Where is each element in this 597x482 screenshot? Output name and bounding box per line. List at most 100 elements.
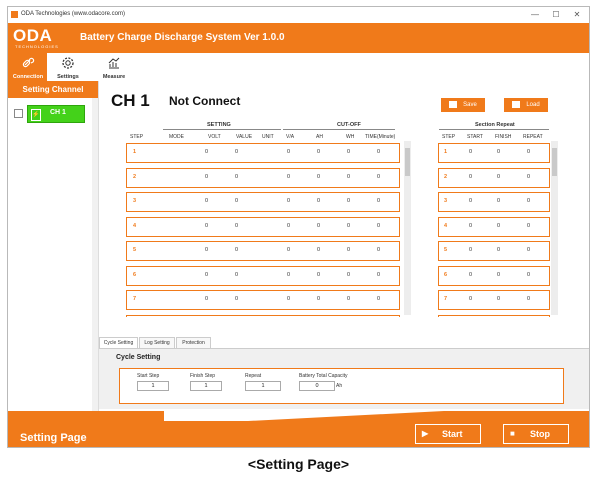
repeat-cell-step[interactable]: 5 <box>444 247 447 253</box>
cell-time[interactable]: 0 <box>377 198 380 204</box>
repeat-cell-finish[interactable]: 0 <box>497 247 500 253</box>
cell-ah[interactable]: 0 <box>317 247 320 253</box>
step-row[interactable]: 8000000 <box>126 314 400 317</box>
repeat-cell-step[interactable]: 6 <box>444 272 447 278</box>
cell-time[interactable]: 0 <box>377 296 380 302</box>
cell-va[interactable]: 0 <box>287 174 290 180</box>
cell-value[interactable]: 0 <box>235 174 238 180</box>
repeat-row[interactable]: 5 0 0 0 <box>438 241 550 261</box>
cell-va[interactable]: 0 <box>287 296 290 302</box>
repeat-grid-scroll-thumb[interactable] <box>552 148 557 176</box>
minimize-button[interactable]: — <box>526 9 544 21</box>
cell-ah[interactable]: 0 <box>317 296 320 302</box>
repeat-row[interactable]: 3 0 0 0 <box>438 192 550 212</box>
repeat-cell-start[interactable]: 0 <box>469 296 472 302</box>
repeat-cell-repeat[interactable]: 0 <box>527 174 530 180</box>
cell-value[interactable]: 0 <box>235 272 238 278</box>
cell-va[interactable]: 0 <box>287 247 290 253</box>
cell-time[interactable]: 0 <box>377 149 380 155</box>
cell-time[interactable]: 0 <box>377 174 380 180</box>
cell-value[interactable]: 0 <box>235 223 238 229</box>
step-row[interactable]: 4 0 0 0 0 0 0 <box>126 216 400 237</box>
repeat-cell-repeat[interactable]: 0 <box>527 247 530 253</box>
cell-step[interactable]: 2 <box>133 174 136 180</box>
cell-ah[interactable]: 0 <box>317 149 320 155</box>
load-button[interactable]: Load <box>504 98 548 112</box>
cell-time[interactable]: 0 <box>377 272 380 278</box>
step-grid-scrollbar[interactable] <box>404 141 411 315</box>
repeat-cell-finish[interactable]: 0 <box>497 272 500 278</box>
cell-wh[interactable]: 0 <box>347 198 350 204</box>
cell-volt[interactable]: 0 <box>205 198 208 204</box>
repeat-cell-start[interactable]: 0 <box>469 198 472 204</box>
stop-button[interactable]: ■ Stop <box>503 424 569 444</box>
cell-step[interactable]: 6 <box>133 272 136 278</box>
cell-value[interactable]: 0 <box>235 296 238 302</box>
capacity-input[interactable]: 0 <box>299 381 335 391</box>
cell-volt[interactable]: 0 <box>205 247 208 253</box>
nav-connection[interactable]: Connection <box>10 53 46 81</box>
step-row[interactable]: 5 0 0 0 0 0 0 <box>126 241 400 261</box>
repeat-cell-start[interactable]: 0 <box>469 174 472 180</box>
repeat-cell-start[interactable]: 0 <box>469 223 472 229</box>
maximize-button[interactable]: ☐ <box>547 9 565 21</box>
cell-va[interactable]: 0 <box>287 149 290 155</box>
cell-step[interactable]: 3 <box>133 198 136 204</box>
cell-ah[interactable]: 0 <box>317 223 320 229</box>
cell-time[interactable]: 0 <box>377 223 380 229</box>
cell-va[interactable]: 0 <box>287 198 290 204</box>
close-button[interactable]: ✕ <box>568 9 586 21</box>
repeat-row[interactable]: 2000 <box>438 167 550 188</box>
step-row[interactable]: 7 0 0 0 0 0 0 <box>126 290 400 310</box>
repeat-row[interactable]: 7 0 0 0 <box>438 290 550 310</box>
save-button[interactable]: Save <box>441 98 485 112</box>
cell-wh[interactable]: 0 <box>347 149 350 155</box>
step-row[interactable]: 1 0 0 0 0 0 0 <box>126 143 400 163</box>
repeat-row[interactable]: 6 0 0 0 <box>438 265 550 286</box>
start-step-input[interactable]: 1 <box>137 381 169 391</box>
repeat-cell-start[interactable]: 0 <box>469 149 472 155</box>
cell-step[interactable]: 4 <box>133 223 136 229</box>
nav-measure[interactable]: Measure <box>96 53 132 81</box>
repeat-row[interactable]: 4 0 0 0 <box>438 216 550 237</box>
cell-wh[interactable]: 0 <box>347 296 350 302</box>
repeat-cell-finish[interactable]: 0 <box>497 174 500 180</box>
repeat-cell-step[interactable]: 2 <box>444 174 447 180</box>
repeat-cell-repeat[interactable]: 0 <box>527 272 530 278</box>
cell-volt[interactable]: 0 <box>205 272 208 278</box>
step-grid-scroll-thumb[interactable] <box>405 148 410 176</box>
cell-ah[interactable]: 0 <box>317 198 320 204</box>
cell-volt[interactable]: 0 <box>205 149 208 155</box>
step-row[interactable]: 2 0 0 0 0 0 0 <box>126 167 400 188</box>
cell-value[interactable]: 0 <box>235 247 238 253</box>
repeat-grid-scrollbar[interactable] <box>551 141 558 315</box>
cell-va[interactable]: 0 <box>287 223 290 229</box>
repeat-cell-finish[interactable]: 0 <box>497 223 500 229</box>
cell-volt[interactable]: 0 <box>205 174 208 180</box>
repeat-row[interactable]: 8000 <box>438 314 550 317</box>
repeat-cell-step[interactable]: 3 <box>444 198 447 204</box>
step-row[interactable]: 6 0 0 0 0 0 0 <box>126 265 400 286</box>
start-button[interactable]: ▶ Start <box>415 424 481 444</box>
repeat-cell-start[interactable]: 0 <box>469 272 472 278</box>
cell-wh[interactable]: 0 <box>347 272 350 278</box>
repeat-cell-step[interactable]: 4 <box>444 223 447 229</box>
sidebar-item-ch1[interactable]: ⚡ CH 1 <box>27 105 85 123</box>
repeat-input[interactable]: 1 <box>245 381 281 391</box>
repeat-cell-repeat[interactable]: 0 <box>527 149 530 155</box>
nav-settings[interactable]: Settings <box>50 53 86 81</box>
cell-volt[interactable]: 0 <box>205 223 208 229</box>
repeat-cell-repeat[interactable]: 0 <box>527 296 530 302</box>
cell-value[interactable]: 0 <box>235 198 238 204</box>
cell-va[interactable]: 0 <box>287 272 290 278</box>
cell-volt[interactable]: 0 <box>205 296 208 302</box>
sidebar-scrollbar[interactable] <box>92 98 98 411</box>
cell-wh[interactable]: 0 <box>347 174 350 180</box>
cell-wh[interactable]: 0 <box>347 223 350 229</box>
repeat-cell-finish[interactable]: 0 <box>497 296 500 302</box>
cell-step[interactable]: 5 <box>133 247 136 253</box>
repeat-cell-finish[interactable]: 0 <box>497 198 500 204</box>
repeat-cell-repeat[interactable]: 0 <box>527 223 530 229</box>
cell-ah[interactable]: 0 <box>317 174 320 180</box>
repeat-cell-repeat[interactable]: 0 <box>527 198 530 204</box>
